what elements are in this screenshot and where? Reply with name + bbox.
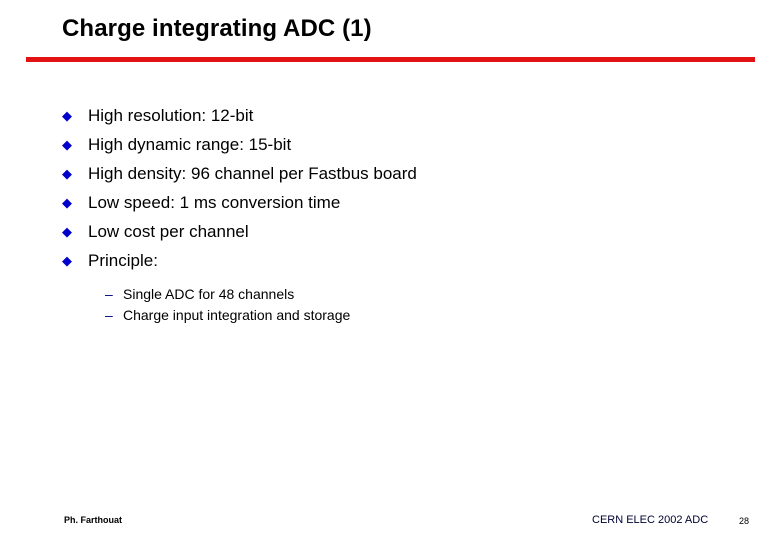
diamond-bullet-icon: ◆: [62, 166, 72, 181]
sub-list-item: – Single ADC for 48 channels: [105, 284, 762, 305]
slide-footer: Ph. Farthouat CERN ELEC 2002 ADC 28: [0, 512, 780, 536]
sub-list-item-label: Charge input integration and storage: [123, 307, 351, 323]
diamond-bullet-icon: ◆: [62, 224, 72, 239]
dash-bullet-icon: –: [105, 307, 113, 323]
list-item: ◆ High dynamic range: 15-bit: [62, 130, 762, 159]
slide-canvas: Charge integrating ADC (1) ◆ High resolu…: [0, 0, 780, 540]
diamond-bullet-icon: ◆: [62, 195, 72, 210]
slide-body: ◆ High resolution: 12-bit ◆ High dynamic…: [62, 101, 762, 326]
list-item: ◆ Principle:: [62, 246, 762, 275]
diamond-bullet-icon: ◆: [62, 108, 72, 123]
list-item-label: Low speed: 1 ms conversion time: [88, 193, 341, 212]
sub-list-item: – Charge input integration and storage: [105, 305, 762, 326]
list-item: ◆ High density: 96 channel per Fastbus b…: [62, 159, 762, 188]
list-item: ◆ Low speed: 1 ms conversion time: [62, 188, 762, 217]
title-divider-rule: [26, 57, 755, 62]
list-item: ◆ High resolution: 12-bit: [62, 101, 762, 130]
list-item: ◆ Low cost per channel: [62, 217, 762, 246]
list-item-label: High density: 96 channel per Fastbus boa…: [88, 164, 417, 183]
list-item-label: High resolution: 12-bit: [88, 106, 254, 125]
page-title: Charge integrating ADC (1): [62, 15, 372, 42]
list-item-label: Principle:: [88, 251, 158, 270]
footer-author: Ph. Farthouat: [64, 515, 122, 525]
sub-list-item-label: Single ADC for 48 channels: [123, 286, 295, 302]
sub-list: – Single ADC for 48 channels – Charge in…: [62, 284, 762, 326]
dash-bullet-icon: –: [105, 286, 113, 302]
list-item-label: High dynamic range: 15-bit: [88, 135, 292, 154]
list-item-label: Low cost per channel: [88, 222, 249, 241]
diamond-bullet-icon: ◆: [62, 137, 72, 152]
footer-page-number: 28: [739, 516, 750, 526]
footer-event-label: CERN ELEC 2002 ADC: [592, 514, 709, 526]
diamond-bullet-icon: ◆: [62, 253, 72, 268]
